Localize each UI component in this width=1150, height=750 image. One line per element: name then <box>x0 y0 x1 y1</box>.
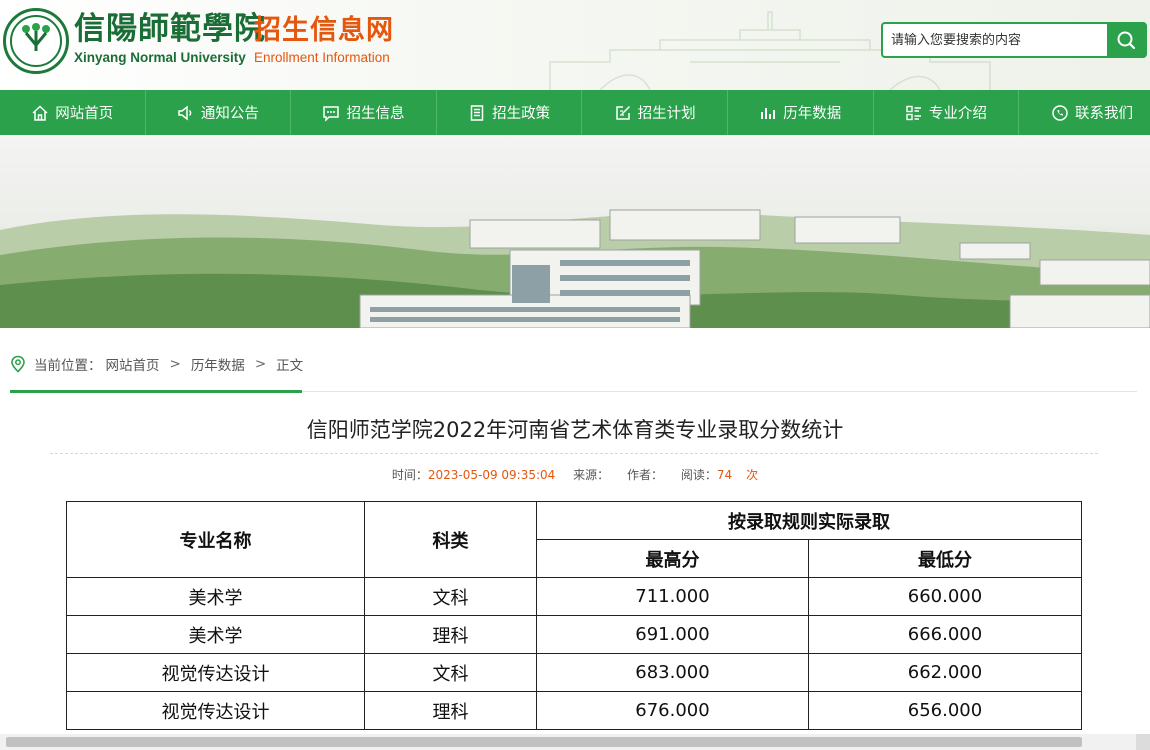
location-pin-icon <box>11 355 25 373</box>
university-name-cn: 信陽師範學院 <box>74 11 266 47</box>
breadcrumb-link-history-data[interactable]: 历年数据 <box>191 354 245 374</box>
nav-item-admission-info[interactable]: 招生信息 <box>291 90 437 135</box>
home-icon <box>32 104 48 121</box>
university-name-en: Xinyang Normal University <box>74 50 246 65</box>
cell-max: 691.000 <box>536 615 809 654</box>
article-meta: 时间：2023-05-09 09:35:04 来源： 作者： 阅读：74 次 <box>0 466 1150 483</box>
table-row: 美术学 文科 711.000 660.000 <box>66 577 1082 616</box>
edit-icon <box>615 105 630 120</box>
nav-label: 网站首页 <box>55 106 114 122</box>
nav-label: 招生计划 <box>637 106 696 122</box>
nav-label: 专业介绍 <box>928 106 987 122</box>
cell-max: 711.000 <box>536 577 809 616</box>
cell-subject: 理科 <box>364 615 537 654</box>
reads-unit: 次 <box>746 468 759 482</box>
search-icon <box>1117 31 1136 50</box>
chat-icon <box>323 105 340 122</box>
document-icon <box>470 104 484 121</box>
cell-major: 视觉传达设计 <box>66 653 365 692</box>
breadcrumb: 当前位置： 网站首页 > 历年数据 > 正文 <box>10 352 303 376</box>
column-group-header: 按录取规则实际录取 <box>536 501 1082 540</box>
cell-max: 676.000 <box>536 691 809 730</box>
title-divider <box>50 453 1098 454</box>
cell-min: 660.000 <box>808 577 1082 616</box>
cell-min: 656.000 <box>808 691 1082 730</box>
nav-item-contact[interactable]: 联系我们 <box>1019 90 1150 135</box>
phone-icon <box>1052 104 1068 121</box>
search-box <box>881 22 1147 58</box>
nav-label: 招生信息 <box>346 106 405 122</box>
cell-major: 美术学 <box>66 615 365 654</box>
cell-min: 666.000 <box>808 615 1082 654</box>
nav-item-plan[interactable]: 招生计划 <box>582 90 728 135</box>
scrollbar-thumb[interactable] <box>6 737 1082 747</box>
breadcrumb-prefix: 当前位置： <box>34 358 102 374</box>
breadcrumb-link-home[interactable]: 网站首页 <box>106 354 160 374</box>
column-header-min: 最低分 <box>808 539 1082 578</box>
site-name-en: Enrollment Information <box>254 50 390 65</box>
nav-item-majors[interactable]: 专业介绍 <box>874 90 1020 135</box>
site-name-cn: 招生信息网 <box>254 15 394 46</box>
time-value: 2023-05-09 09:35:04 <box>427 468 556 482</box>
reads-label: 阅读： <box>680 468 717 482</box>
table-row: 视觉传达设计 理科 676.000 656.000 <box>66 691 1082 730</box>
admission-score-table: 专业名称 科类 按录取规则实际录取 最高分 最低分 美术学 文科 711.000… <box>66 501 1082 730</box>
cell-subject: 文科 <box>364 653 537 692</box>
column-header-max: 最高分 <box>536 539 809 578</box>
nav-label: 联系我们 <box>1074 106 1133 122</box>
reads-count: 74 <box>716 468 733 482</box>
breadcrumb-separator: > <box>254 356 267 372</box>
column-header-subject: 科类 <box>364 501 537 578</box>
campus-banner-image <box>0 135 1150 328</box>
search-input[interactable] <box>883 24 1109 56</box>
cell-major: 视觉传达设计 <box>66 691 365 730</box>
cell-subject: 文科 <box>364 577 537 616</box>
nav-item-notices[interactable]: 通知公告 <box>146 90 292 135</box>
cell-major: 美术学 <box>66 577 365 616</box>
table-row: 美术学 理科 691.000 666.000 <box>66 615 1082 654</box>
column-header-major: 专业名称 <box>66 501 365 578</box>
author-label: 作者： <box>626 468 663 482</box>
scrollbar-corner <box>1136 734 1150 750</box>
speaker-icon <box>178 104 192 121</box>
source-label: 来源： <box>573 468 610 482</box>
bar-chart-icon <box>761 107 776 119</box>
breadcrumb-separator: > <box>169 356 181 372</box>
cell-min: 662.000 <box>808 653 1082 692</box>
nav-label: 历年数据 <box>783 106 842 122</box>
breadcrumb-accent-bar <box>10 390 302 393</box>
campus-scene <box>0 209 1150 328</box>
time-label: 时间： <box>391 468 428 482</box>
cell-max: 683.000 <box>536 653 809 692</box>
table-header-row: 专业名称 科类 按录取规则实际录取 <box>66 501 1082 578</box>
table-row: 视觉传达设计 文科 683.000 662.000 <box>66 653 1082 692</box>
nav-item-home[interactable]: 网站首页 <box>0 90 146 135</box>
nav-label: 通知公告 <box>200 106 259 122</box>
article-title: 信阳师范学院2022年河南省艺术体育类专业录取分数统计 <box>306 418 844 442</box>
nav-item-history-data[interactable]: 历年数据 <box>728 90 874 135</box>
university-emblem-logo[interactable] <box>3 8 69 74</box>
horizontal-scrollbar[interactable] <box>0 734 1150 750</box>
list-icon <box>906 105 921 120</box>
main-nav: 网站首页 通知公告 招生信息 招生政策 招生计划 历年数据 专业介绍 联系我们 <box>0 90 1150 135</box>
nav-item-policy[interactable]: 招生政策 <box>437 90 583 135</box>
cell-subject: 理科 <box>364 691 537 730</box>
nav-label: 招生政策 <box>492 106 551 122</box>
site-header: 信陽師範學院 Xinyang Normal University 招生信息网 E… <box>0 0 1150 90</box>
search-button[interactable] <box>1107 24 1145 56</box>
breadcrumb-current: 正文 <box>276 358 304 374</box>
